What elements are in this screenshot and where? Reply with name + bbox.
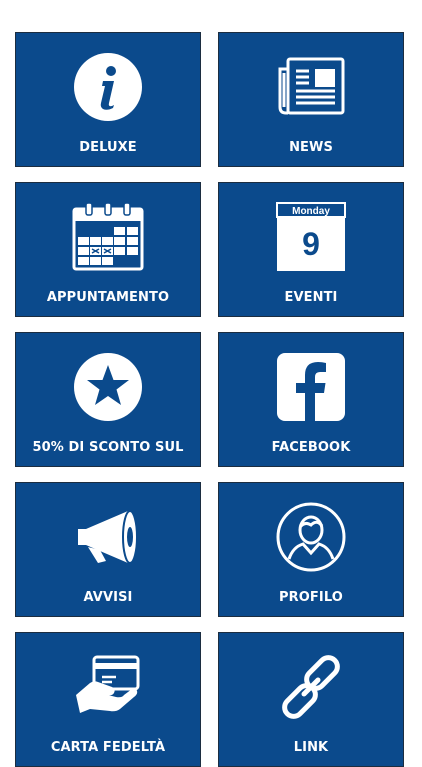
newspaper-icon xyxy=(275,51,347,123)
calendar-grid-icon xyxy=(72,201,144,273)
calendar-day-icon: Monday 9 xyxy=(275,201,347,273)
tile-label: LINK xyxy=(293,740,329,755)
facebook-icon xyxy=(275,351,347,423)
tile-eventi[interactable]: Monday 9 EVENTI xyxy=(218,182,404,317)
tile-deluxe[interactable]: DELUXE xyxy=(15,32,201,167)
tile-label: PROFILO xyxy=(279,590,343,605)
tile-label: AVVISI xyxy=(83,590,133,605)
tile-profilo[interactable]: PROFILO xyxy=(218,482,404,617)
tile-label: FACEBOOK xyxy=(271,440,351,455)
info-icon xyxy=(72,51,144,123)
tile-label: DELUXE xyxy=(79,140,137,155)
tile-appuntamento[interactable]: APPUNTAMENTO xyxy=(15,182,201,317)
tile-label: NEWS xyxy=(289,140,333,155)
calendar-weekday: Monday xyxy=(292,206,330,217)
tile-link[interactable]: LINK xyxy=(218,632,404,767)
chain-link-icon xyxy=(275,651,347,723)
tile-facebook[interactable]: FACEBOOK xyxy=(218,332,404,467)
tile-label: EVENTI xyxy=(284,290,338,305)
tile-label: APPUNTAMENTO xyxy=(46,290,170,305)
user-profile-icon xyxy=(275,501,347,573)
tile-sconto[interactable]: 50% DI SCONTO SUL xyxy=(15,332,201,467)
megaphone-icon xyxy=(72,501,144,573)
tile-avvisi[interactable]: AVVISI xyxy=(15,482,201,617)
calendar-day-number: 9 xyxy=(302,226,320,262)
tile-news[interactable]: NEWS xyxy=(218,32,404,167)
menu-grid: DELUXE NEWS APPUNTAMENTO Monday 9 EVENTI… xyxy=(0,0,422,767)
loyalty-card-icon xyxy=(72,651,144,723)
tile-label: CARTA FEDELTÀ xyxy=(50,740,166,755)
tile-carta-fedelta[interactable]: CARTA FEDELTÀ xyxy=(15,632,201,767)
tile-label: 50% DI SCONTO SUL xyxy=(32,440,184,455)
star-icon xyxy=(72,351,144,423)
